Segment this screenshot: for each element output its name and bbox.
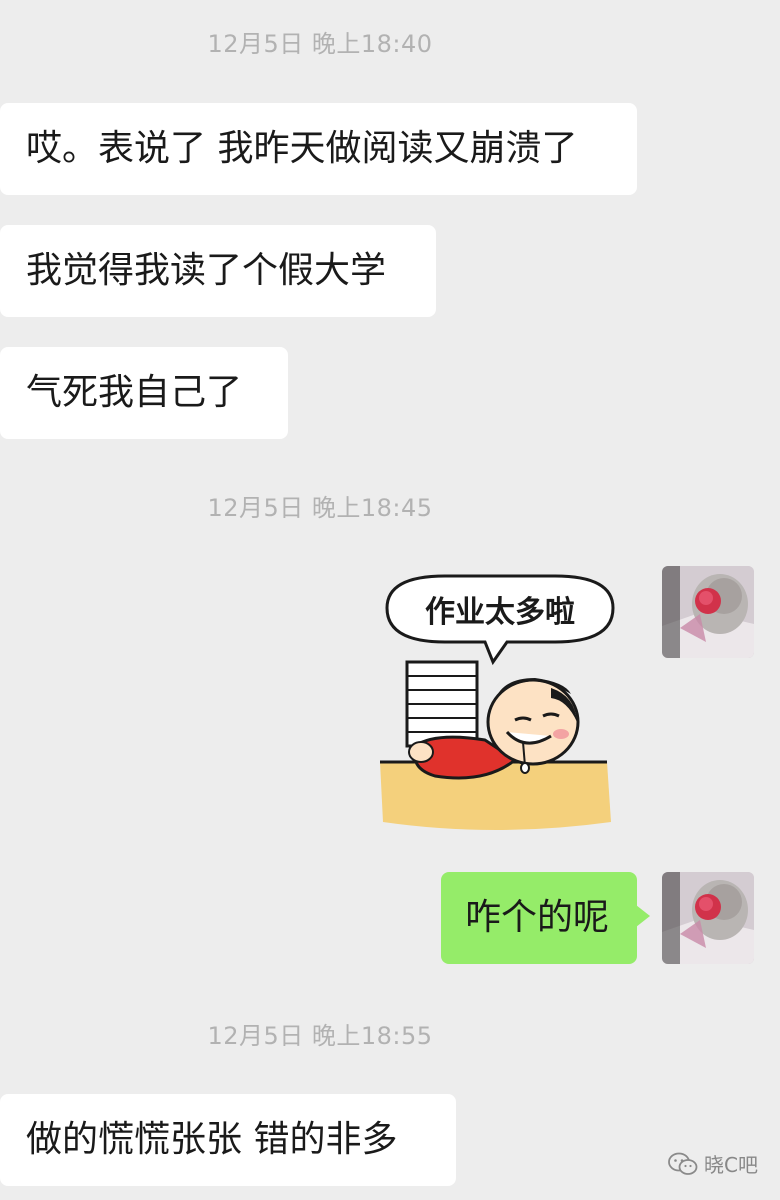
sticker-image: 作业太多啦	[380, 574, 615, 830]
message-bubble-left[interactable]: 做的慌慌张张 错的非多	[0, 1094, 456, 1186]
avatar[interactable]	[662, 566, 754, 658]
timestamp: 12月5日 晚上18:40	[207, 30, 433, 58]
watermark-text: 晓C吧	[704, 1153, 758, 1177]
message-bubble-left[interactable]: 哎。表说了 我昨天做阅读又崩溃了	[0, 103, 637, 195]
sticker-caption: 作业太多啦	[425, 595, 575, 630]
sticker-message[interactable]: 作业太多啦	[375, 570, 625, 840]
message-text: 气死我自己了	[26, 372, 243, 413]
timestamp: 12月5日 晚上18:45	[207, 494, 433, 522]
message-text: 咋个的呢	[465, 897, 610, 938]
avatar-rose-image	[662, 566, 754, 658]
watermark: 晓C吧	[668, 1149, 758, 1178]
avatar[interactable]	[662, 872, 754, 964]
timestamp: 12月5日 晚上18:55	[207, 1022, 433, 1050]
chat-window: 12月5日 晚上18:40 哎。表说了 我昨天做阅读又崩溃了 我觉得我读了个假大…	[0, 0, 780, 1200]
message-text: 我觉得我读了个假大学	[26, 250, 387, 291]
message-bubble-left[interactable]: 气死我自己了	[0, 347, 288, 439]
message-text: 做的慌慌张张 错的非多	[26, 1119, 398, 1160]
message-text: 哎。表说了 我昨天做阅读又崩溃了	[26, 128, 578, 169]
wechat-icon	[668, 1152, 698, 1175]
message-bubble-right[interactable]: 咋个的呢	[441, 872, 650, 964]
avatar-rose-image	[662, 872, 754, 964]
message-bubble-left[interactable]: 我觉得我读了个假大学	[0, 225, 436, 317]
